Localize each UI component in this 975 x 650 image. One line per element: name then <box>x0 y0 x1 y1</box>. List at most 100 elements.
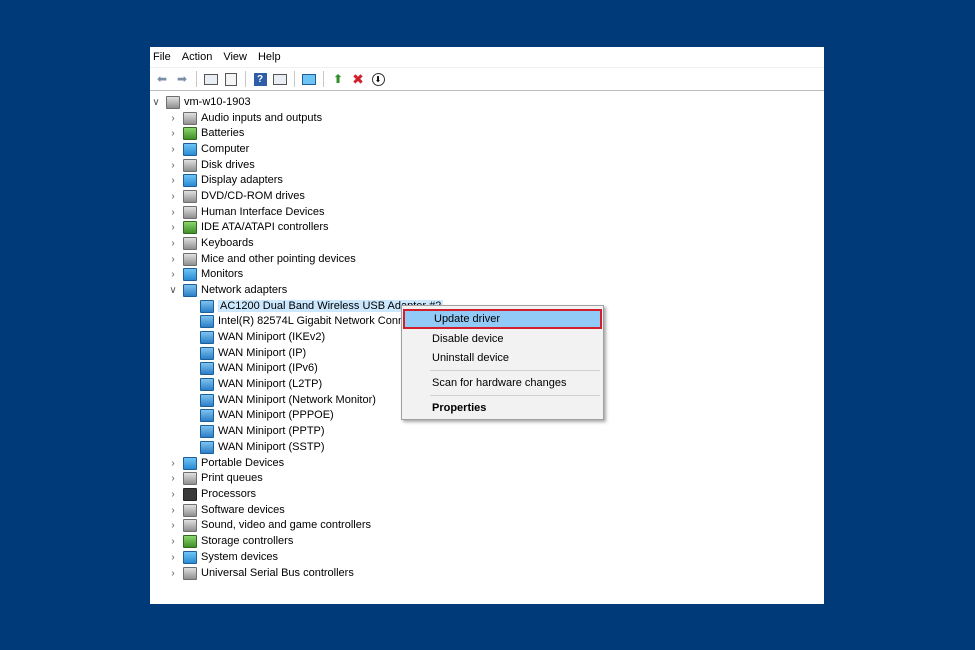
tree-item-batteries[interactable]: › Batteries <box>167 125 244 141</box>
update-driver-icon[interactable]: ⬆ <box>329 70 347 88</box>
tree-item-hid[interactable]: › Human Interface Devices <box>167 204 325 220</box>
properties-icon[interactable] <box>222 70 240 88</box>
tree-item-storage-controllers[interactable]: › Storage controllers <box>167 533 293 549</box>
tree-item-dvd-drives[interactable]: › DVD/CD-ROM drives <box>167 188 305 204</box>
computer-icon <box>183 142 197 156</box>
tree-item-audio[interactable]: › Audio inputs and outputs <box>167 110 322 126</box>
context-properties[interactable]: Properties <box>403 398 602 418</box>
uninstall-icon[interactable]: ✖ <box>349 70 367 88</box>
chevron-right-icon[interactable]: › <box>167 112 179 124</box>
tree-item-label: WAN Miniport (IP) <box>218 347 307 359</box>
chevron-right-icon[interactable]: › <box>167 268 179 280</box>
chevron-down-icon[interactable]: ∨ <box>167 284 179 296</box>
chevron-down-icon[interactable]: ∨ <box>150 96 162 108</box>
chevron-right-icon[interactable]: › <box>167 504 179 516</box>
tree-item-usb-controllers[interactable]: › Universal Serial Bus controllers <box>167 565 354 581</box>
tree-root[interactable]: ∨ vm-w10-1903 <box>150 94 251 110</box>
context-item-label: Properties <box>432 402 487 414</box>
tree-item-label: System devices <box>201 551 279 563</box>
tree-item-label: Monitors <box>201 268 244 280</box>
tree-item-label: WAN Miniport (IPv6) <box>218 362 318 374</box>
network-adapter-icon <box>183 283 197 297</box>
tree-item-system-devices[interactable]: › System devices <box>167 549 278 565</box>
action-pane-icon[interactable] <box>271 70 289 88</box>
tree-item-label: Human Interface Devices <box>201 206 325 218</box>
tree-item-label: WAN Miniport (L2TP) <box>218 378 323 390</box>
computer-icon <box>166 95 180 109</box>
network-adapter-icon <box>200 440 214 454</box>
tree-item-computer[interactable]: › Computer <box>167 141 249 157</box>
tree-item-label: Display adapters <box>201 174 283 186</box>
chevron-right-icon[interactable]: › <box>167 190 179 202</box>
chevron-right-icon[interactable]: › <box>167 519 179 531</box>
show-hide-tree-icon[interactable] <box>202 70 220 88</box>
tree-item-network-adapters[interactable]: ∨ Network adapters <box>167 282 287 298</box>
tree-item-label: WAN Miniport (IKEv2) <box>218 331 326 343</box>
tree-item-disk-drives[interactable]: › Disk drives <box>167 157 255 173</box>
chevron-right-icon[interactable]: › <box>167 488 179 500</box>
tree-item-software-devices[interactable]: › Software devices <box>167 502 285 518</box>
context-update-driver[interactable]: Update driver <box>403 309 602 329</box>
tree-item-label: Audio inputs and outputs <box>201 112 323 124</box>
tree-item-adapter-pppoe[interactable]: WAN Miniport (PPPOE) <box>200 407 334 423</box>
menu-help[interactable]: Help <box>258 51 289 63</box>
tree-item-processors[interactable]: › Processors <box>167 486 256 502</box>
tree-item-display-adapters[interactable]: › Display adapters <box>167 172 283 188</box>
chevron-right-icon[interactable]: › <box>167 206 179 218</box>
chevron-right-icon[interactable]: › <box>167 551 179 563</box>
help-icon[interactable]: ? <box>251 70 269 88</box>
context-separator <box>430 370 600 371</box>
tree-item-sound-video[interactable]: › Sound, video and game controllers <box>167 517 371 533</box>
scan-hardware-icon[interactable]: ⬇ <box>369 70 387 88</box>
tree-item-monitors[interactable]: › Monitors <box>167 266 243 282</box>
chevron-right-icon[interactable]: › <box>167 221 179 233</box>
tree-item-portable-devices[interactable]: › Portable Devices <box>167 455 284 471</box>
tree-item-label: Portable Devices <box>201 457 285 469</box>
tree-item-adapter-intel[interactable]: Intel(R) 82574L Gigabit Network Connecti… <box>200 313 433 329</box>
disk-drive-icon <box>183 158 197 172</box>
menu-view[interactable]: View <box>223 51 255 63</box>
tree-item-label: Network adapters <box>201 284 288 296</box>
back-icon[interactable]: ⬅ <box>153 70 171 88</box>
network-adapter-icon <box>200 377 214 391</box>
network-adapter-icon <box>200 314 214 328</box>
network-adapter-icon <box>200 346 214 360</box>
chevron-right-icon[interactable]: › <box>167 174 179 186</box>
chevron-right-icon[interactable]: › <box>167 567 179 579</box>
tree-item-adapter-netmon[interactable]: WAN Miniport (Network Monitor) <box>200 392 376 408</box>
tree-item-ide[interactable]: › IDE ATA/ATAPI controllers <box>167 219 329 235</box>
network-adapter-icon <box>200 424 214 438</box>
tree-item-adapter-ikev2[interactable]: WAN Miniport (IKEv2) <box>200 329 325 345</box>
tree-item-adapter-ipv6[interactable]: WAN Miniport (IPv6) <box>200 360 318 376</box>
chevron-right-icon[interactable]: › <box>167 143 179 155</box>
tree-item-label: Storage controllers <box>201 535 294 547</box>
tree-item-label: Mice and other pointing devices <box>201 253 356 265</box>
chevron-right-icon[interactable]: › <box>167 159 179 171</box>
tree-item-print-queues[interactable]: › Print queues <box>167 470 263 486</box>
tree-item-mice[interactable]: › Mice and other pointing devices <box>167 251 356 267</box>
monitor-icon[interactable] <box>300 70 318 88</box>
menu-file[interactable]: File <box>153 51 179 63</box>
system-device-icon <box>183 550 197 564</box>
tree-item-adapter-l2tp[interactable]: WAN Miniport (L2TP) <box>200 376 322 392</box>
tree-item-adapter-ip[interactable]: WAN Miniport (IP) <box>200 345 306 361</box>
context-uninstall-device[interactable]: Uninstall device <box>403 348 602 368</box>
tree-item-adapter-pptp[interactable]: WAN Miniport (PPTP) <box>200 423 325 439</box>
monitor-icon <box>183 267 197 281</box>
context-item-label: Update driver <box>434 313 501 325</box>
forward-icon[interactable]: ➡ <box>173 70 191 88</box>
speaker-icon <box>183 111 197 125</box>
tree-item-keyboards[interactable]: › Keyboards <box>167 235 254 251</box>
tree-item-adapter-sstp[interactable]: WAN Miniport (SSTP) <box>200 439 325 455</box>
tree-item-label: IDE ATA/ATAPI controllers <box>201 221 329 233</box>
mouse-icon <box>183 252 197 266</box>
chevron-right-icon[interactable]: › <box>167 535 179 547</box>
context-scan-hardware[interactable]: Scan for hardware changes <box>403 373 602 393</box>
chevron-right-icon[interactable]: › <box>167 253 179 265</box>
chevron-right-icon[interactable]: › <box>167 127 179 139</box>
chevron-right-icon[interactable]: › <box>167 237 179 249</box>
context-disable-device[interactable]: Disable device <box>403 329 602 349</box>
menu-action[interactable]: Action <box>182 51 221 63</box>
chevron-right-icon[interactable]: › <box>167 457 179 469</box>
chevron-right-icon[interactable]: › <box>167 472 179 484</box>
